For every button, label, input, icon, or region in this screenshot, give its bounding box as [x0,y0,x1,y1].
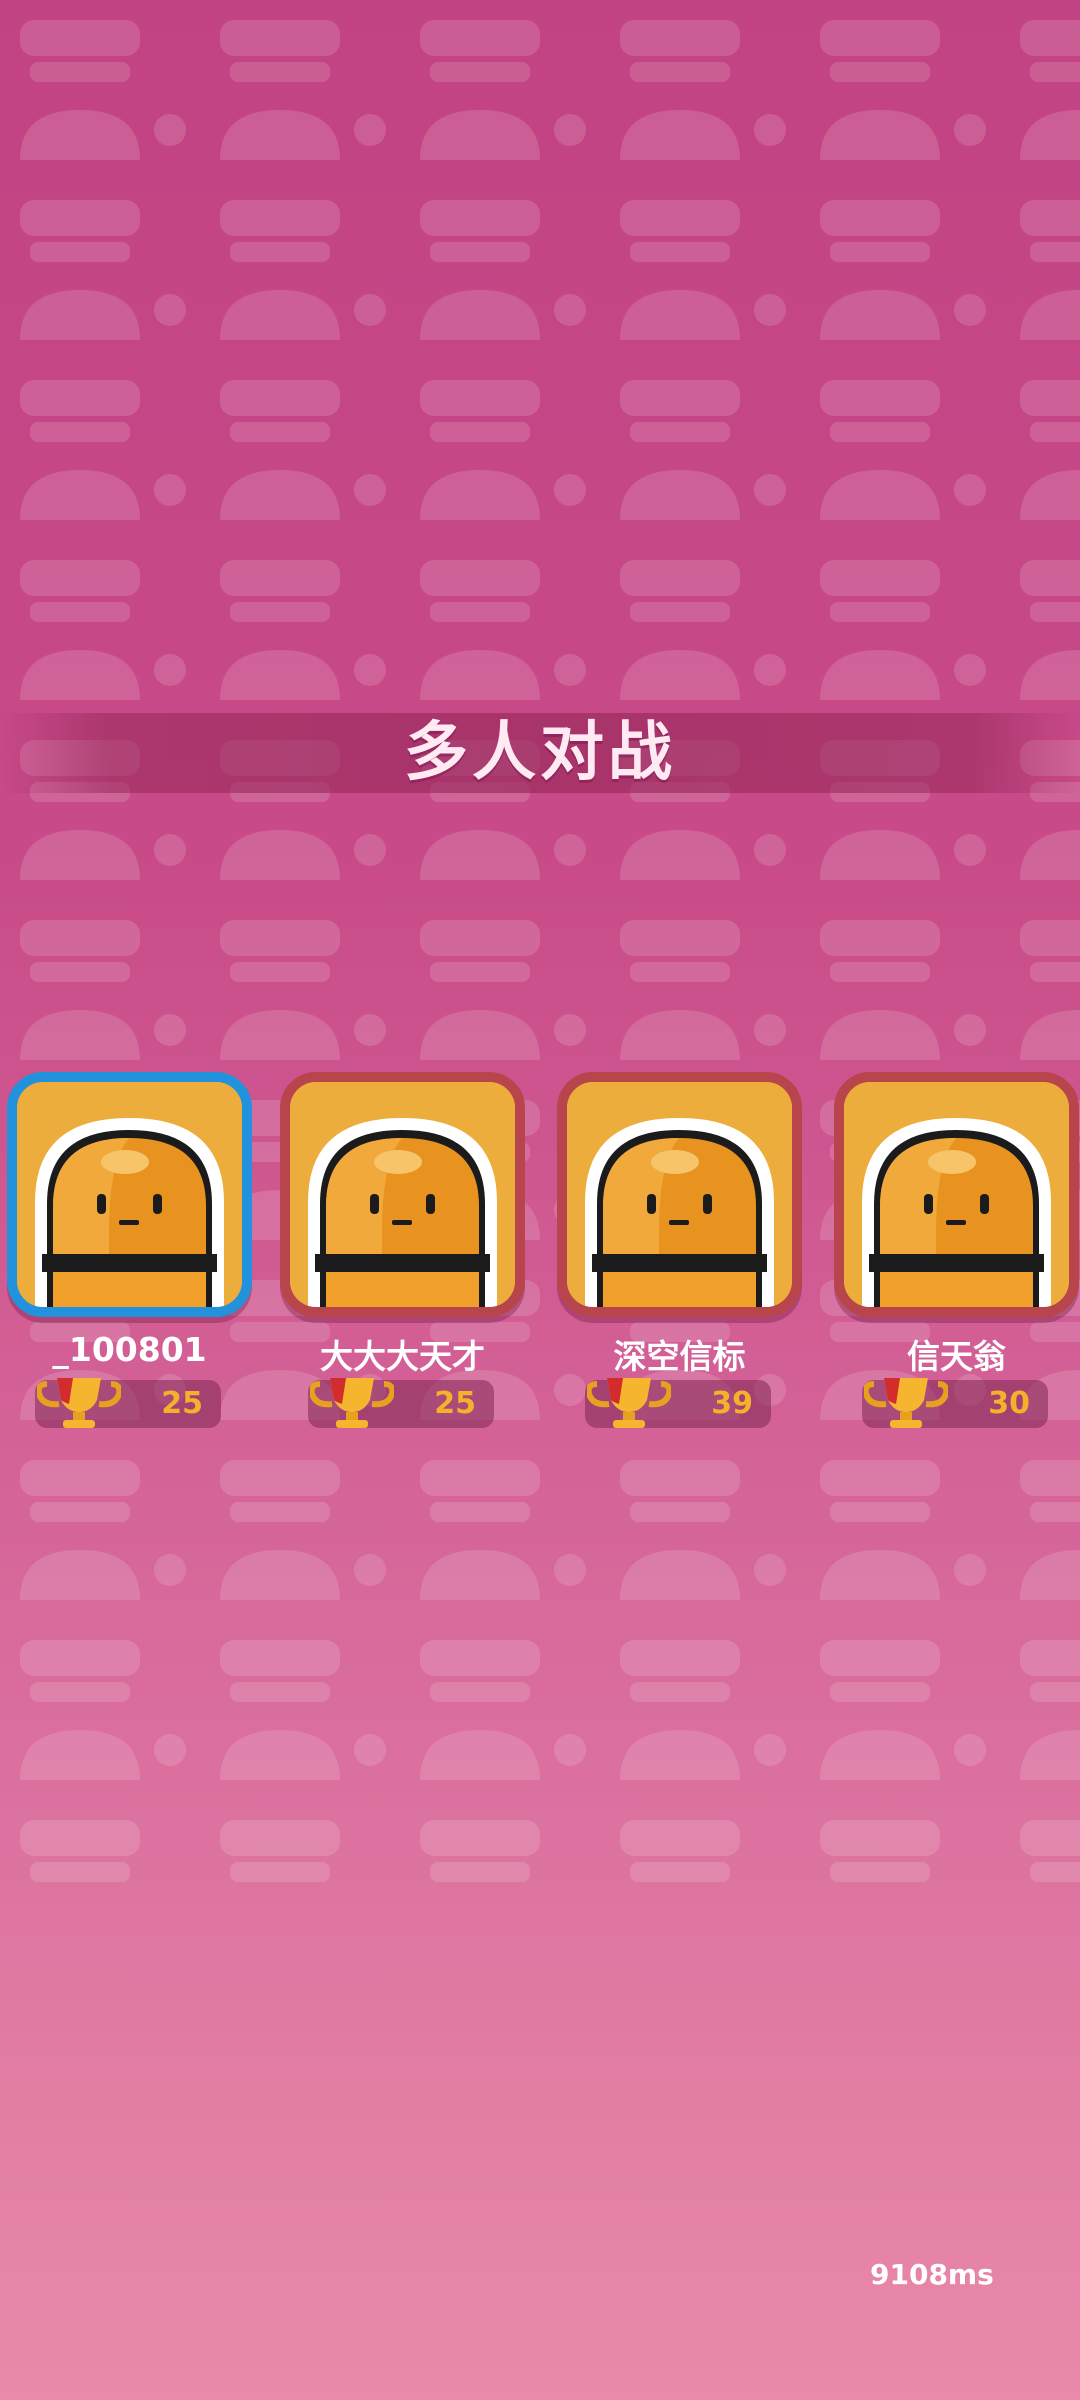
player-card: 大大大天才 25 [280,1072,525,1432]
player-name: 信天翁 [907,1337,1006,1376]
trophy-icon [310,1378,394,1428]
orange-blob-character-icon [844,1082,1069,1307]
trophy-bar: 25 [308,1378,494,1428]
page-title: 多人对战 [404,716,676,790]
trophy-bar: 30 [862,1378,1048,1428]
trophy-count: 39 [711,1386,753,1421]
player-card: _100801 25 [7,1072,252,1432]
player-card: 深空信标 39 [557,1072,802,1432]
avatar[interactable] [280,1072,525,1317]
trophy-count: 30 [988,1386,1030,1421]
trophy-count: 25 [161,1386,203,1421]
trophy-bar: 25 [35,1378,221,1428]
orange-blob-character-icon [567,1082,792,1307]
trophy-count: 25 [434,1386,476,1421]
player-name: 大大大天才 [320,1337,485,1376]
avatar[interactable] [557,1072,802,1317]
player-card: 信天翁 30 [834,1072,1079,1432]
trophy-icon [37,1378,121,1428]
avatar[interactable] [834,1072,1079,1317]
trophy-icon [587,1378,671,1428]
player-name: _100801 [52,1330,207,1369]
trophy-icon [864,1378,948,1428]
trophy-bar: 39 [585,1378,771,1428]
timer-readout: 9108ms [870,2258,994,2291]
avatar[interactable] [7,1072,252,1317]
orange-blob-character-icon [17,1082,242,1307]
player-name: 深空信标 [613,1337,746,1376]
orange-blob-character-icon [290,1082,515,1307]
